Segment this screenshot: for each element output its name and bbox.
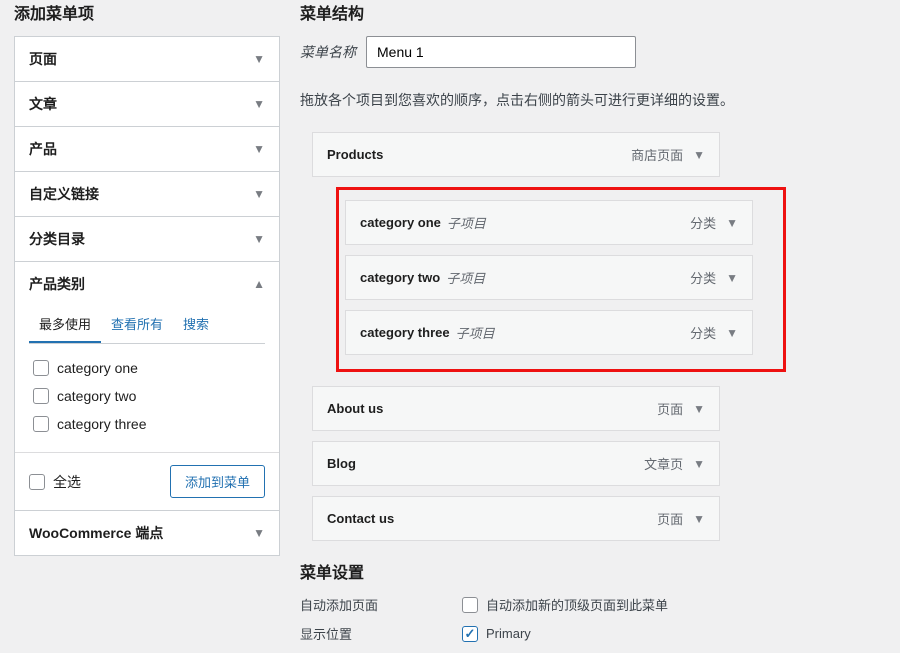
menu-structure-title: 菜单结构 (300, 0, 884, 24)
panel-products-label: 产品 (29, 139, 57, 159)
checkbox-icon[interactable] (33, 388, 49, 404)
panel-product-categories-header[interactable]: 产品类别 ▲ (15, 262, 279, 306)
add-to-menu-button[interactable]: 添加到菜单 (170, 465, 265, 498)
caret-down-icon: ▼ (253, 187, 265, 201)
add-menu-item-accordion: 页面 ▼ 文章 ▼ 产品 ▼ 自定义链接 ▼ (14, 36, 280, 556)
panel-products[interactable]: 产品 ▼ (15, 127, 279, 172)
menu-item-type: 分类 (690, 213, 716, 232)
setting-location-option: Primary (486, 626, 531, 641)
caret-down-icon[interactable]: ▼ (693, 457, 705, 471)
menu-item-title: category one (360, 215, 441, 230)
category-checkbox-row[interactable]: category two (29, 382, 265, 410)
panel-woo-label: WooCommerce 端点 (29, 523, 163, 543)
setting-auto-add-label: 自动添加页面 (300, 595, 462, 614)
menu-item-blog[interactable]: Blog 文章页 ▼ (312, 441, 720, 486)
caret-down-icon[interactable]: ▼ (726, 216, 738, 230)
caret-down-icon[interactable]: ▼ (726, 326, 738, 340)
setting-auto-add-desc: 自动添加新的顶级页面到此菜单 (486, 595, 668, 614)
menu-item-title: category two (360, 270, 440, 285)
category-option-label: category three (57, 416, 147, 432)
checkbox-auto-add[interactable] (462, 597, 478, 613)
setting-location-label: 显示位置 (300, 624, 462, 643)
menu-item-subitem-label: 子项目 (446, 268, 485, 287)
checkbox-icon[interactable] (29, 474, 45, 490)
menu-item-category-three[interactable]: category three 子项目 分类 ▼ (345, 310, 753, 355)
caret-down-icon[interactable]: ▼ (693, 148, 705, 162)
caret-down-icon: ▼ (253, 526, 265, 540)
sidebar-title: 添加菜单项 (14, 0, 280, 24)
menu-item-subitem-label: 子项目 (447, 213, 486, 232)
menu-item-type: 商店页面 (631, 145, 683, 164)
panel-posts-label: 文章 (29, 94, 57, 114)
panel-custom-link-label: 自定义链接 (29, 184, 99, 204)
tab-view-all[interactable]: 查看所有 (101, 306, 173, 343)
menu-item-about-us[interactable]: About us 页面 ▼ (312, 386, 720, 431)
tab-search[interactable]: 搜索 (173, 306, 219, 343)
category-checkbox-row[interactable]: category three (29, 410, 265, 438)
panel-pages-label: 页面 (29, 49, 57, 69)
caret-down-icon: ▼ (253, 97, 265, 111)
caret-down-icon: ▼ (253, 52, 265, 66)
menu-settings-heading: 菜单设置 (300, 559, 884, 583)
menu-item-title: Contact us (327, 511, 394, 526)
panel-product-categories-label: 产品类别 (29, 274, 85, 294)
highlighted-submenu-box: category one 子项目 分类 ▼ category two 子项目 分… (336, 187, 786, 372)
menu-item-category-one[interactable]: category one 子项目 分类 ▼ (345, 200, 753, 245)
caret-down-icon[interactable]: ▼ (693, 512, 705, 526)
category-option-label: category two (57, 388, 136, 404)
panel-categories-label: 分类目录 (29, 229, 85, 249)
panel-pages[interactable]: 页面 ▼ (15, 37, 279, 82)
caret-down-icon: ▼ (253, 142, 265, 156)
caret-down-icon[interactable]: ▼ (693, 402, 705, 416)
menu-item-type: 页面 (657, 399, 683, 418)
select-all-label: 全选 (53, 472, 81, 492)
panel-custom-link[interactable]: 自定义链接 ▼ (15, 172, 279, 217)
menu-name-label: 菜单名称 (300, 42, 356, 62)
category-option-label: category one (57, 360, 138, 376)
checkbox-icon[interactable] (33, 360, 49, 376)
menu-item-type: 分类 (690, 268, 716, 287)
menu-item-type: 文章页 (644, 454, 683, 473)
panel-woocommerce-endpoints[interactable]: WooCommerce 端点 ▼ (15, 511, 279, 555)
panel-product-categories: 产品类别 ▲ 最多使用 查看所有 搜索 category one (15, 262, 279, 511)
tab-most-used[interactable]: 最多使用 (29, 306, 101, 343)
checkbox-icon[interactable] (33, 416, 49, 432)
caret-down-icon[interactable]: ▼ (726, 271, 738, 285)
menu-item-contact-us[interactable]: Contact us 页面 ▼ (312, 496, 720, 541)
panel-categories[interactable]: 分类目录 ▼ (15, 217, 279, 262)
panel-posts[interactable]: 文章 ▼ (15, 82, 279, 127)
menu-drag-hint: 拖放各个项目到您喜欢的顺序，点击右侧的箭头可进行更详细的设置。 (300, 90, 884, 110)
menu-item-title: Products (327, 147, 383, 162)
menu-item-category-two[interactable]: category two 子项目 分类 ▼ (345, 255, 753, 300)
menu-item-title: About us (327, 401, 383, 416)
category-checkbox-row[interactable]: category one (29, 354, 265, 382)
menu-item-title: category three (360, 325, 450, 340)
select-all-row[interactable]: 全选 (29, 472, 81, 492)
menu-item-type: 页面 (657, 509, 683, 528)
menu-name-input[interactable] (366, 36, 636, 68)
menu-item-type: 分类 (690, 323, 716, 342)
menu-item-subitem-label: 子项目 (456, 323, 495, 342)
menu-item-title: Blog (327, 456, 356, 471)
caret-down-icon: ▼ (253, 232, 265, 246)
menu-item-products[interactable]: Products 商店页面 ▼ (312, 132, 720, 177)
caret-up-icon: ▲ (253, 277, 265, 291)
